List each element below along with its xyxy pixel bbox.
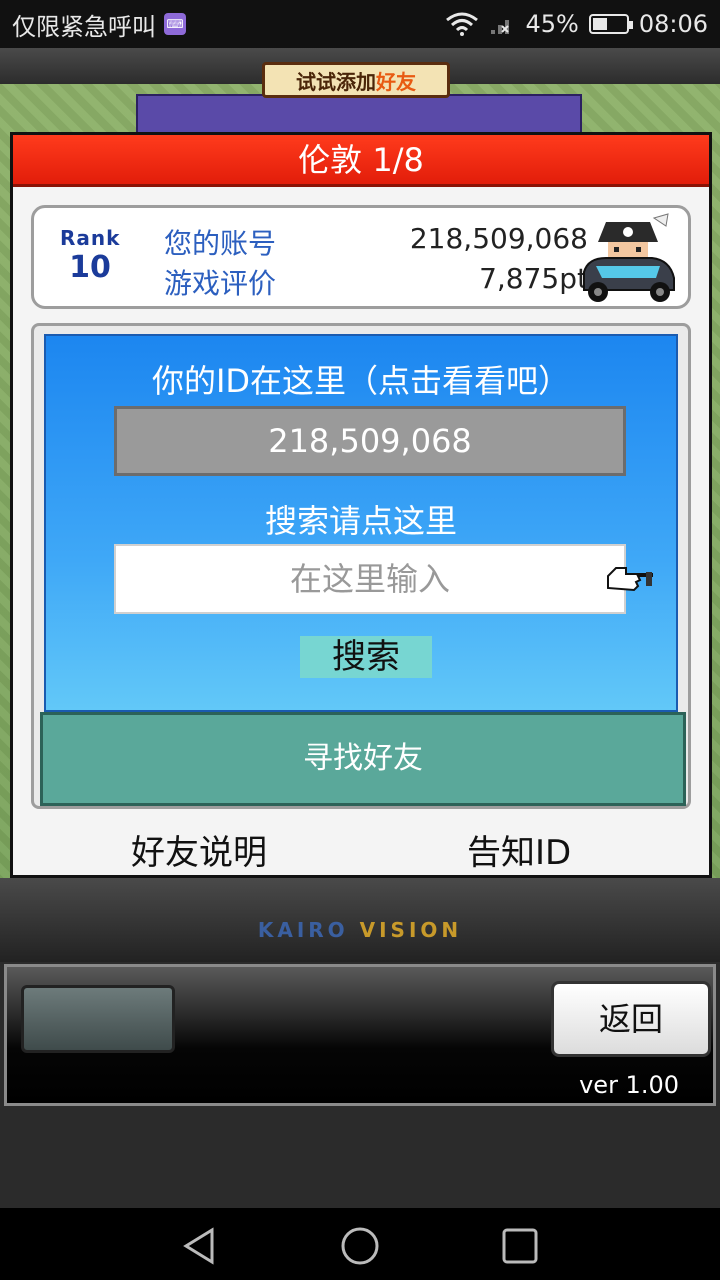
rating-label: 游戏评价 [164, 267, 277, 300]
status-bar: 仅限紧急呼叫 ⌨ 45% 08:06 [0, 0, 720, 48]
back-triangle-icon[interactable] [180, 1226, 220, 1266]
blank-button[interactable] [21, 985, 175, 1053]
banner-highlight: 好友 [376, 69, 416, 94]
home-circle-icon[interactable] [340, 1226, 380, 1266]
search-panel-inner: 你的ID在这里（点击看看吧） 218,509,068 搜索请点这里 在这里输入 … [44, 334, 678, 712]
account-label: 您的账号 [164, 227, 277, 260]
wifi-icon [446, 12, 479, 36]
rank-badge: Rank 10 [60, 226, 120, 296]
keyboard-icon: ⌨ [164, 13, 186, 35]
account-value: 218,509,068 [409, 222, 588, 255]
pirate-car-avatar-icon [583, 213, 675, 302]
clock: 08:06 [638, 10, 708, 38]
friend-dialog: 伦敦 1/8 Rank 10 您的账号 218,509,068 游戏评价 7,8… [10, 132, 712, 878]
dialog-title: 伦敦 1/8 [13, 135, 709, 187]
friend-id-search-input[interactable]: 在这里输入 [114, 544, 626, 614]
add-friend-banner: 试试添加 好友 [262, 62, 450, 98]
search-panel: 你的ID在这里（点击看看吧） 218,509,068 搜索请点这里 在这里输入 … [31, 323, 691, 809]
logo-part-vision: VISION [359, 918, 463, 942]
empty-area [0, 1108, 720, 1208]
id-heading: 你的ID在这里（点击看看吧） [151, 362, 571, 400]
carrier-text: 仅限紧急呼叫 [12, 12, 156, 41]
my-id-box[interactable]: 218,509,068 [114, 406, 626, 476]
bottom-control-panel: 返回 ver 1.00 [4, 964, 716, 1106]
battery-percent: 45% [525, 10, 579, 38]
find-friends-button[interactable]: 寻找好友 [40, 712, 686, 806]
recent-apps-square-icon[interactable] [500, 1226, 540, 1266]
search-button[interactable]: 搜索 [300, 636, 432, 678]
banner-prefix: 试试添加 [296, 69, 376, 94]
battery-icon [588, 14, 633, 34]
friend-help-link[interactable]: 好友说明 [131, 825, 267, 874]
version-label: ver 1.00 [579, 1071, 679, 1099]
navigation-bar [0, 1208, 720, 1280]
back-button[interactable]: 返回 [551, 981, 711, 1057]
rating-value: 7,875pt [479, 262, 588, 295]
search-heading: 搜索请点这里 [264, 502, 457, 540]
rank-number: 10 [69, 250, 111, 285]
account-card: Rank 10 您的账号 218,509,068 游戏评价 7,875pt [31, 205, 691, 309]
rank-word: Rank [60, 226, 121, 250]
signal-icon [491, 20, 510, 34]
kairosoft-logo: KAIRO VISION [0, 918, 720, 942]
background-rank-panel [136, 94, 582, 134]
pointing-hand-icon [607, 567, 653, 592]
logo-part-kairo: KAIRO [257, 918, 349, 942]
share-id-link[interactable]: 告知ID [467, 825, 571, 874]
